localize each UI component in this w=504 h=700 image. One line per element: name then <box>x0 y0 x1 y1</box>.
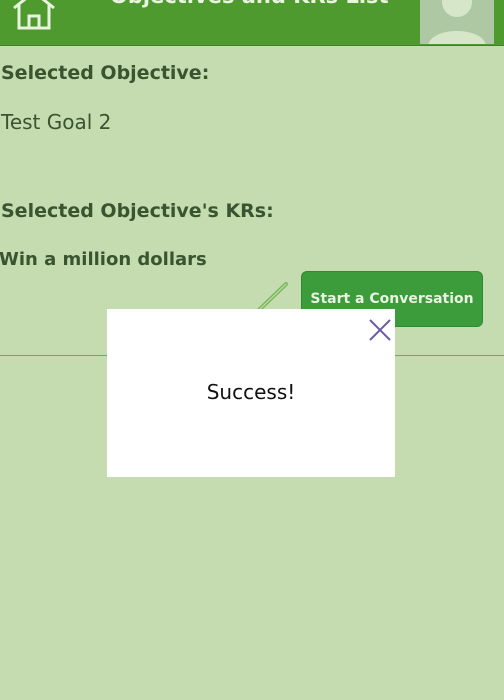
selected-krs-label: Selected Objective's KRs: <box>1 200 274 222</box>
page-title: Objectives and KRs List <box>110 0 389 8</box>
home-icon <box>13 0 55 30</box>
dialog-close-button[interactable] <box>368 318 392 342</box>
dialog-message: Success! <box>206 380 296 404</box>
selected-objective-value: Test Goal 2 <box>1 110 112 134</box>
pencil-icon <box>256 282 288 313</box>
app-header: Objectives and KRs List <box>0 0 504 46</box>
selected-objective-label: Selected Objective: <box>1 62 210 84</box>
success-dialog: Success! <box>107 309 395 477</box>
close-icon <box>369 319 391 341</box>
user-avatar-icon <box>428 0 486 44</box>
edit-button[interactable] <box>254 282 290 313</box>
kr-list-item[interactable]: Win a million dollars <box>0 249 207 270</box>
avatar[interactable] <box>420 0 494 44</box>
home-button[interactable] <box>10 0 60 34</box>
